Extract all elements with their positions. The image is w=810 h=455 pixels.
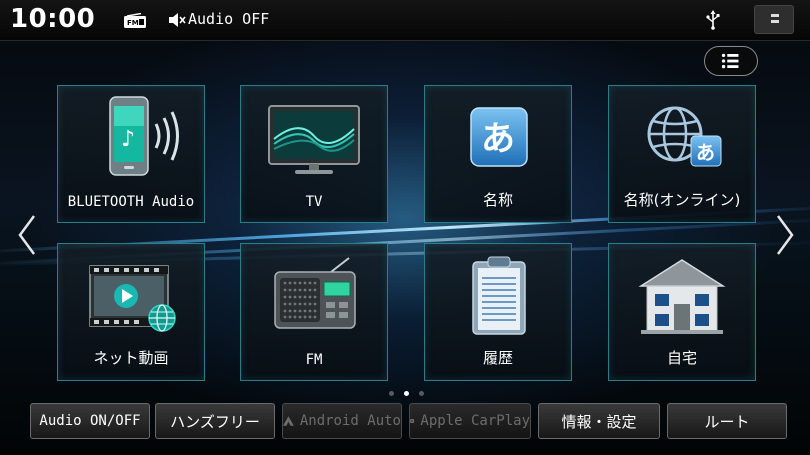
globe-hiragana-icon: あ — [647, 106, 722, 167]
tile-label: 履歴 — [482, 349, 513, 367]
status-bar: 10:00 FM Audio OFF — [0, 0, 810, 41]
button-label: ルート — [704, 412, 750, 431]
list-view-button[interactable] — [704, 46, 758, 76]
bluetooth-audio-phone-icon: ♪ — [109, 96, 179, 176]
mute-icon — [169, 13, 186, 27]
hiragana-a-icon: あ — [470, 107, 528, 167]
button-label: Apple CarPlay — [420, 413, 530, 429]
usb-icon — [706, 10, 720, 30]
android-auto-button[interactable]: Android Auto — [282, 403, 402, 439]
page-dot — [389, 391, 394, 396]
next-page-arrow[interactable] — [774, 214, 796, 256]
page-dot-current — [404, 391, 409, 396]
tile-net-video[interactable]: ネット動画 — [57, 243, 205, 381]
button-label: Android Auto — [299, 413, 401, 429]
svg-text:あ: あ — [696, 142, 715, 164]
menu-square-icon — [771, 14, 779, 17]
page-dot — [419, 391, 424, 396]
route-button[interactable]: ルート — [667, 403, 787, 439]
button-label: ハンズフリー — [170, 412, 260, 431]
list-icon — [721, 53, 739, 69]
svg-text:FM: FM — [127, 19, 139, 27]
tile-name-search[interactable]: あ 名称 — [424, 85, 572, 223]
apple-carplay-icon — [410, 418, 415, 424]
tile-label: 自宅 — [666, 349, 697, 367]
svg-text:♪: ♪ — [121, 127, 135, 152]
previous-page-arrow[interactable] — [16, 214, 38, 256]
menu-square-button[interactable] — [754, 5, 794, 34]
net-video-icon — [89, 265, 176, 332]
tile-home[interactable]: 自宅 — [608, 243, 756, 381]
page-indicator — [385, 389, 427, 399]
audio-status-text: Audio OFF — [188, 10, 270, 28]
tile-tv[interactable]: TV — [240, 85, 388, 223]
menu-square-icon-bar — [771, 20, 779, 23]
tile-label: 名称(オンライン) — [623, 191, 741, 209]
tile-bluetooth-audio[interactable]: ♪ BLUETOOTH Audio — [57, 85, 205, 223]
tile-fm[interactable]: FM — [240, 243, 388, 381]
fm-radio-icon: FM — [124, 13, 146, 28]
home-screen: 10:00 FM Audio OFF ♪ BLUETOOTH Audio TV … — [0, 0, 810, 455]
home-icon — [638, 259, 726, 334]
button-label: 情報・設定 — [561, 412, 637, 431]
android-auto-icon — [283, 416, 294, 426]
button-label: Audio ON/OFF — [39, 413, 141, 429]
tile-label: BLUETOOTH Audio — [67, 194, 195, 210]
tile-history[interactable]: 履歴 — [424, 243, 572, 381]
tile-label: FM — [305, 352, 323, 368]
apple-carplay-button[interactable]: Apple CarPlay — [409, 403, 531, 439]
clock: 10:00 — [10, 4, 96, 34]
svg-text:あ: あ — [481, 119, 515, 159]
radio-icon — [274, 257, 356, 329]
tile-label: 名称 — [482, 191, 513, 209]
info-settings-button[interactable]: 情報・設定 — [538, 403, 660, 439]
history-clipboard-icon — [472, 256, 526, 335]
audio-on-off-button[interactable]: Audio ON/OFF — [30, 403, 150, 439]
tv-icon — [268, 105, 360, 174]
tile-name-search-online[interactable]: あ 名称(オンライン) — [608, 85, 756, 223]
tile-label: ネット動画 — [93, 349, 169, 367]
tile-label: TV — [305, 194, 323, 210]
hands-free-button[interactable]: ハンズフリー — [155, 403, 275, 439]
